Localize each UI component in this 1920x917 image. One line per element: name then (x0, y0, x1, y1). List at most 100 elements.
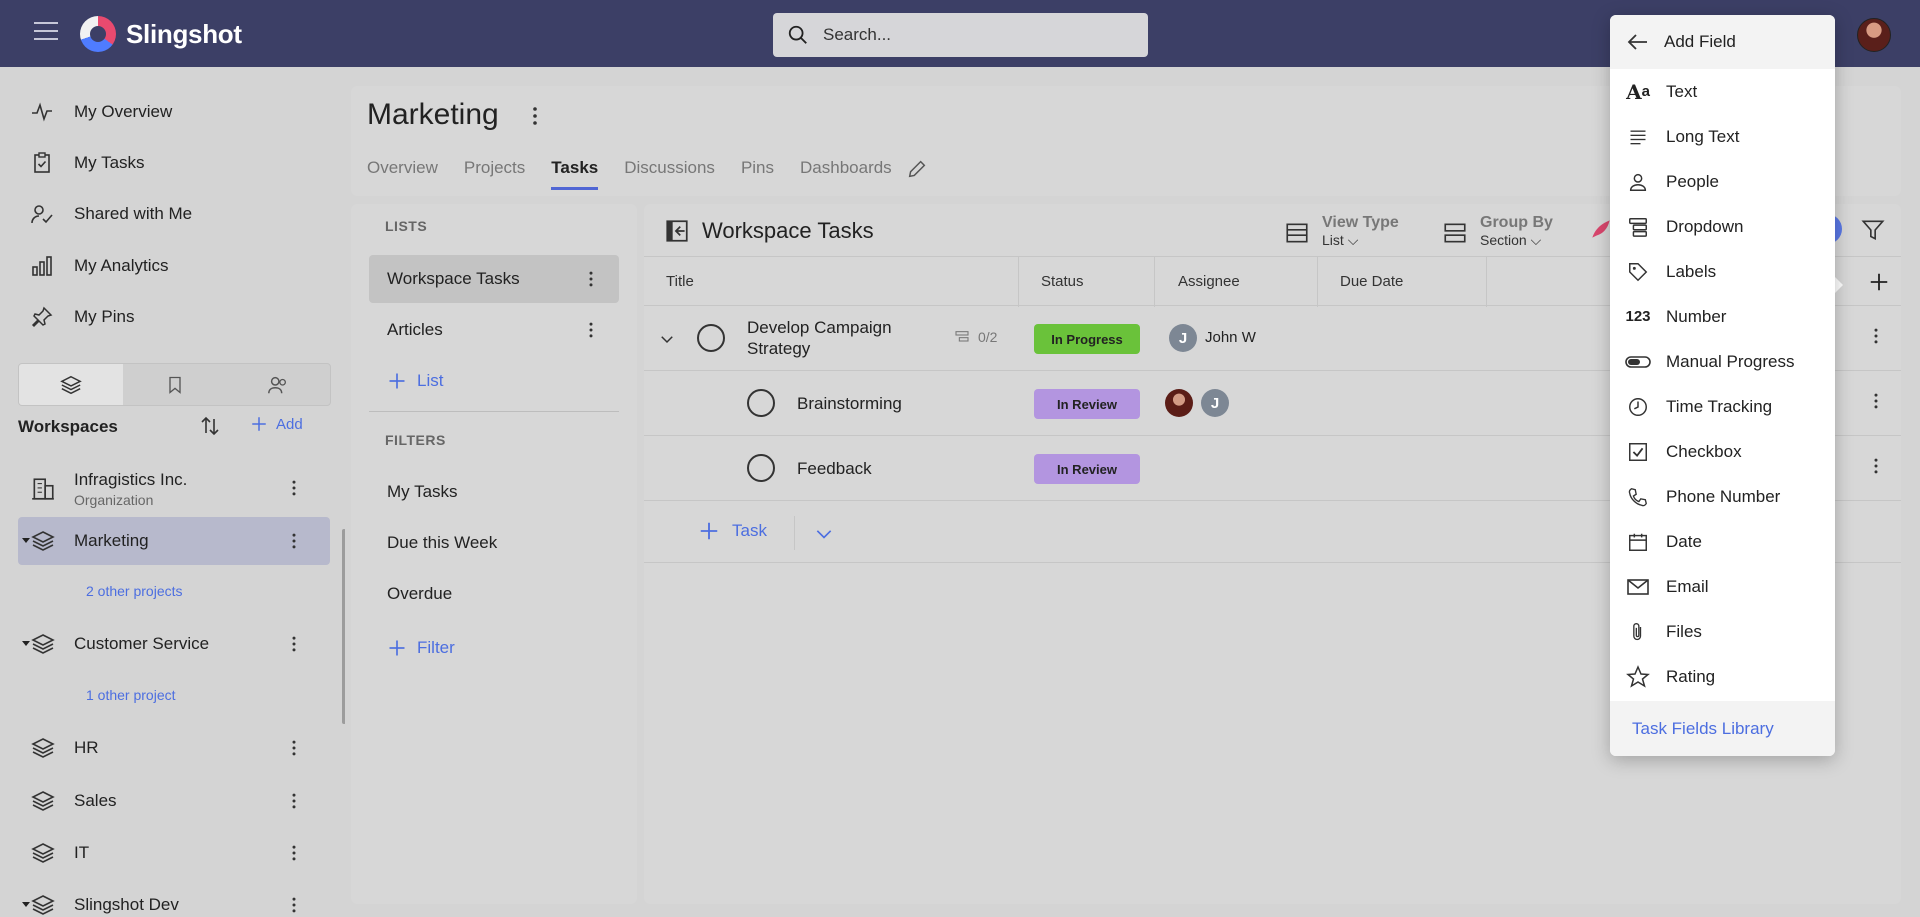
field-option-date[interactable]: Date (1610, 519, 1835, 564)
app-logo[interactable]: Slingshot (80, 16, 242, 52)
pencil-icon[interactable] (906, 158, 928, 180)
workspace-item-infragistics[interactable]: Infragistics Inc. Organization (18, 464, 330, 512)
kebab-menu-icon[interactable] (284, 478, 304, 498)
nav-label: My Overview (74, 102, 173, 121)
column-status[interactable]: Status (1041, 273, 1084, 290)
view-type-selector[interactable]: View Type List ⌵ (1284, 214, 1399, 249)
workspace-item-it[interactable]: IT (18, 829, 330, 877)
collapse-caret-icon[interactable] (22, 641, 30, 646)
status-badge[interactable]: In Progress (1034, 324, 1140, 354)
search-box[interactable] (773, 13, 1148, 57)
field-option-time-tracking[interactable]: Time Tracking (1610, 384, 1835, 429)
tab-overview[interactable]: Overview (367, 158, 438, 190)
tab-dashboards[interactable]: Dashboards (800, 158, 892, 190)
collapse-caret-icon[interactable] (22, 538, 30, 543)
task-title[interactable]: Develop Campaign Strategy (747, 317, 892, 359)
nav-my-overview[interactable]: My Overview (30, 100, 172, 124)
nav-my-tasks[interactable]: My Tasks (30, 151, 145, 175)
task-fields-library-link[interactable]: Task Fields Library (1610, 701, 1835, 756)
column-due-date[interactable]: Due Date (1340, 273, 1403, 290)
workspace-item-customer-service[interactable]: Customer Service (18, 620, 330, 668)
group-by-selector[interactable]: Group By Section ⌵ (1442, 214, 1553, 249)
task-title[interactable]: Feedback (797, 458, 872, 479)
field-option-labels[interactable]: Labels (1610, 249, 1835, 294)
kebab-menu-icon[interactable] (1866, 326, 1886, 346)
field-option-checkbox[interactable]: Checkbox (1610, 429, 1835, 474)
field-option-dropdown[interactable]: Dropdown (1610, 204, 1835, 249)
status-badge[interactable]: In Review (1034, 389, 1140, 419)
list-item-workspace-tasks[interactable]: Workspace Tasks (369, 255, 619, 303)
other-projects-link[interactable]: 1 other project (86, 687, 176, 703)
avatar[interactable] (1165, 389, 1193, 417)
user-avatar[interactable] (1857, 18, 1891, 52)
kebab-menu-icon[interactable] (284, 531, 304, 551)
field-option-text[interactable]: Aa Text (1610, 69, 1835, 114)
people-view-tab[interactable] (226, 364, 330, 405)
kebab-menu-icon[interactable] (581, 320, 601, 340)
hamburger-menu-icon[interactable] (34, 22, 58, 42)
workspace-item-marketing[interactable]: Marketing (18, 517, 330, 565)
bookmarks-view-tab[interactable] (123, 364, 227, 405)
field-option-number[interactable]: 123 Number (1610, 294, 1835, 339)
chevron-down-icon[interactable] (814, 528, 834, 542)
workspace-item-slingshot-dev[interactable]: Slingshot Dev (18, 881, 330, 917)
task-complete-toggle[interactable] (747, 389, 775, 417)
avatar[interactable]: J (1201, 389, 1229, 417)
add-workspace-button[interactable]: Add (250, 415, 303, 433)
filter-overdue[interactable]: Overdue (387, 584, 452, 604)
nav-shared-with-me[interactable]: Shared with Me (30, 202, 192, 226)
list-item-articles[interactable]: Articles (369, 306, 619, 354)
task-complete-toggle[interactable] (697, 324, 725, 352)
sidebar-scrollbar[interactable] (342, 529, 345, 724)
status-badge[interactable]: In Review (1034, 454, 1140, 484)
field-option-long-text[interactable]: Long Text (1610, 114, 1835, 159)
tab-projects[interactable]: Projects (464, 158, 525, 190)
avatar[interactable]: J (1169, 324, 1197, 352)
task-complete-toggle[interactable] (747, 454, 775, 482)
task-title[interactable]: Brainstorming (797, 393, 902, 414)
field-option-phone-number[interactable]: Phone Number (1610, 474, 1835, 519)
kebab-menu-icon[interactable] (284, 634, 304, 654)
collapse-panel-icon[interactable] (664, 218, 690, 244)
field-option-rating[interactable]: Rating (1610, 654, 1835, 699)
collapse-caret-icon[interactable] (22, 902, 30, 907)
workspaces-view-tab[interactable] (19, 364, 123, 405)
other-projects-link[interactable]: 2 other projects (86, 583, 183, 599)
search-input[interactable] (823, 25, 1123, 45)
chevron-down-icon[interactable] (658, 330, 676, 348)
filter-icon[interactable] (1860, 217, 1886, 243)
column-assignee[interactable]: Assignee (1178, 273, 1240, 290)
field-option-files[interactable]: Files (1610, 609, 1835, 654)
column-separator (1317, 257, 1318, 307)
kebab-menu-icon[interactable] (284, 791, 304, 811)
add-column-plus-icon[interactable] (1868, 271, 1890, 293)
kebab-menu-icon[interactable] (1866, 391, 1886, 411)
add-task-button[interactable]: Task (698, 520, 767, 542)
subtask-counter[interactable]: 0/2 (954, 329, 997, 345)
kebab-menu-icon[interactable] (284, 738, 304, 758)
field-option-manual-progress[interactable]: Manual Progress (1610, 339, 1835, 384)
kebab-menu-icon[interactable] (523, 104, 547, 128)
tab-discussions[interactable]: Discussions (624, 158, 715, 190)
sort-icon[interactable] (198, 414, 222, 438)
tab-tasks[interactable]: Tasks (551, 158, 598, 190)
workspace-item-sales[interactable]: Sales (18, 777, 330, 825)
add-filter-button[interactable]: Filter (387, 638, 455, 658)
kebab-menu-icon[interactable] (284, 843, 304, 863)
nav-my-analytics[interactable]: My Analytics (30, 254, 168, 278)
add-list-button[interactable]: List (387, 371, 443, 391)
kebab-menu-icon[interactable] (284, 895, 304, 915)
field-option-people[interactable]: People (1610, 159, 1835, 204)
nav-my-pins[interactable]: My Pins (30, 305, 134, 329)
add-field-back-button[interactable]: Add Field (1610, 15, 1835, 69)
divider (369, 411, 619, 412)
column-title[interactable]: Title (666, 273, 694, 290)
tab-pins[interactable]: Pins (741, 158, 774, 190)
kebab-menu-icon[interactable] (1866, 456, 1886, 476)
field-option-email[interactable]: Email (1610, 564, 1835, 609)
workspace-item-hr[interactable]: HR (18, 724, 330, 772)
arrow-left-icon (1627, 34, 1647, 50)
filter-due-this-week[interactable]: Due this Week (387, 533, 497, 553)
kebab-menu-icon[interactable] (581, 269, 601, 289)
filter-my-tasks[interactable]: My Tasks (387, 482, 458, 502)
